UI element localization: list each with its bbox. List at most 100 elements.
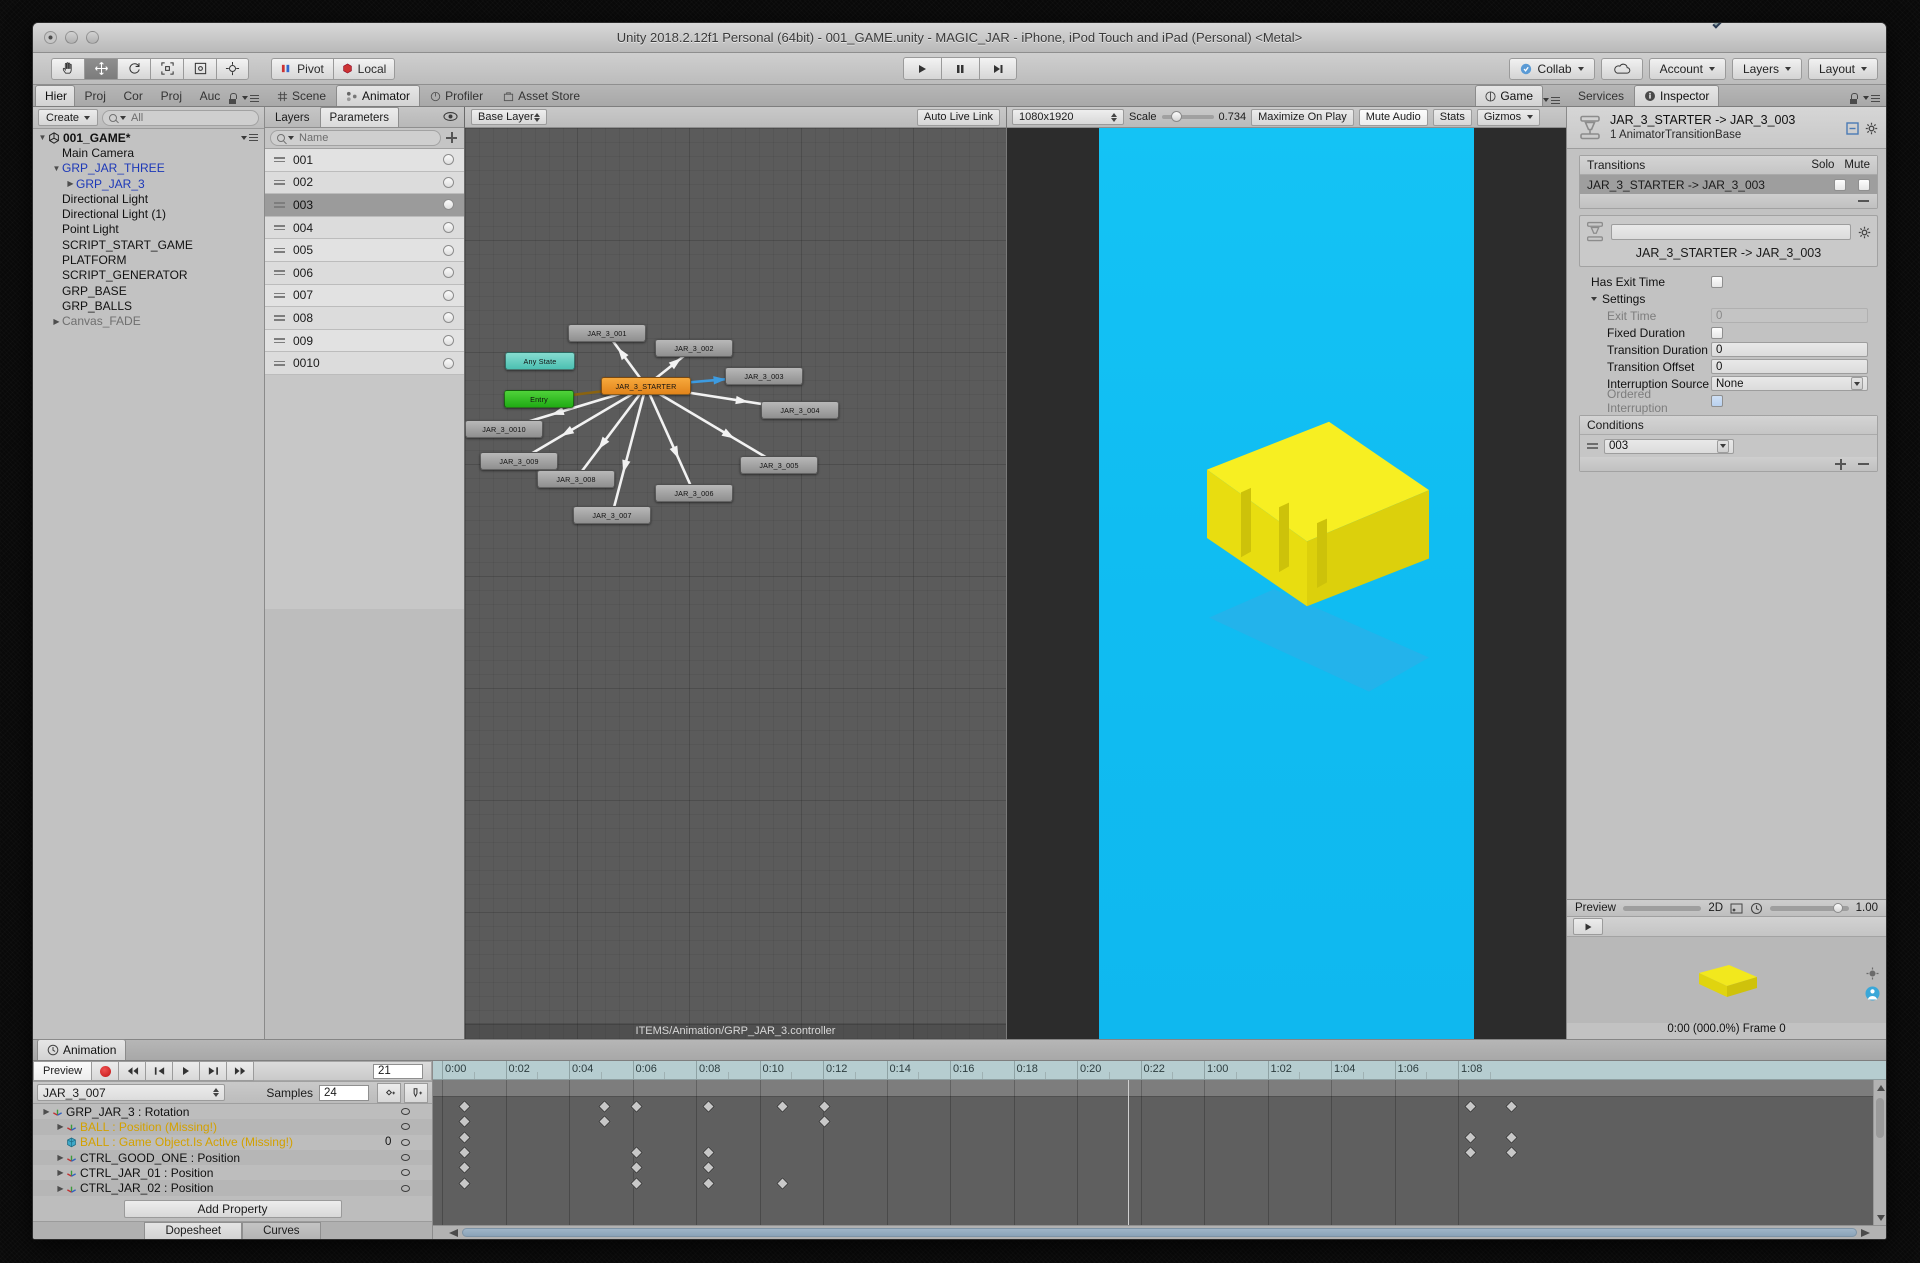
keyframe[interactable] <box>598 1115 611 1129</box>
keyframe[interactable] <box>1505 1100 1519 1113</box>
playback-controls[interactable] <box>902 57 1017 80</box>
parameter-trigger-toggle[interactable] <box>443 244 454 256</box>
hierarchy-item[interactable]: Directional Light <box>33 191 264 206</box>
hierarchy-item[interactable]: ▼ 001_GAME* <box>33 130 264 145</box>
chevron-right-icon[interactable]: ▶ <box>55 1153 66 1162</box>
chevron-right-icon[interactable]: ▶ <box>55 1168 66 1177</box>
parameter-row[interactable]: 009 <box>265 329 464 353</box>
keyframe[interactable] <box>702 1100 716 1113</box>
create-button[interactable]: Create <box>38 109 99 126</box>
chevron-right-icon[interactable]: ▶ <box>65 179 76 188</box>
drag-handle-icon[interactable] <box>274 292 285 298</box>
animator-state-node[interactable]: JAR_3_007 <box>573 506 651 524</box>
parameter-trigger-toggle[interactable] <box>443 222 454 234</box>
drag-handle-icon[interactable] <box>274 179 285 185</box>
clip-dropdown[interactable]: JAR_3_007 <box>37 1084 225 1101</box>
lock-icon[interactable] <box>1849 93 1858 104</box>
animator-state-node[interactable]: JAR_3_001 <box>568 324 646 342</box>
cloud-button[interactable] <box>1600 57 1643 80</box>
timeline-vertical-scrollbar[interactable] <box>1873 1080 1886 1225</box>
keyframe[interactable] <box>702 1146 716 1159</box>
keyframe[interactable] <box>818 1100 832 1113</box>
tab-project[interactable]: Proj <box>75 85 114 106</box>
account-button[interactable]: Account <box>1648 57 1726 80</box>
keyframe-indicator-icon[interactable] <box>401 1138 410 1146</box>
gear-icon[interactable] <box>1858 226 1871 239</box>
add-parameter-button[interactable] <box>445 131 459 145</box>
parameter-trigger-toggle[interactable] <box>443 289 454 301</box>
scale-tool-icon[interactable] <box>150 57 183 80</box>
keyframe[interactable] <box>1464 1100 1478 1113</box>
move-tool-icon[interactable] <box>84 57 117 80</box>
timeline-horizontal-scrollbar[interactable] <box>433 1225 1886 1239</box>
tab-hierarchy[interactable]: Hier <box>35 85 75 106</box>
hierarchy-item[interactable]: ▶ GRP_JAR_3 <box>33 176 264 191</box>
tab-scene[interactable]: Scene <box>267 85 336 106</box>
chevron-down-icon[interactable]: ▼ <box>51 164 62 173</box>
hierarchy-item[interactable]: Main Camera <box>33 145 264 160</box>
stats-button[interactable]: Stats <box>1432 108 1472 126</box>
tab-profiler[interactable]: Profiler <box>420 85 493 106</box>
hierarchy-item[interactable]: ▼ GRP_JAR_THREE <box>33 161 264 176</box>
parameter-trigger-toggle[interactable] <box>443 176 454 188</box>
hierarchy-item[interactable]: SCRIPT_GENERATOR <box>33 268 264 283</box>
chevron-right-icon[interactable]: ▶ <box>55 1184 66 1193</box>
keyframe[interactable] <box>1505 1146 1519 1159</box>
inspector-property-row[interactable]: Fixed Duration <box>1579 324 1878 341</box>
inspector-property-row[interactable]: Exit Time 0 <box>1579 307 1878 324</box>
preview-viewport[interactable] <box>1567 937 1886 1023</box>
tab-console[interactable]: Cor <box>114 85 151 106</box>
keyframe[interactable] <box>775 1176 789 1190</box>
hierarchy-search-input[interactable]: All <box>102 109 259 126</box>
layers-button[interactable]: Layers <box>1731 57 1802 80</box>
condition-parameter-dropdown[interactable]: 003 <box>1604 438 1734 454</box>
prev-frame-button[interactable] <box>146 1061 174 1081</box>
transition-name-input[interactable] <box>1611 224 1851 240</box>
preview-play-button[interactable] <box>1573 918 1603 935</box>
transform-tool-icon[interactable] <box>216 57 249 80</box>
scale-slider[interactable] <box>1161 111 1214 122</box>
animator-state-node[interactable]: JAR_3_004 <box>761 401 839 419</box>
resolution-dropdown[interactable]: 1080x1920 <box>1012 109 1124 125</box>
animator-state-node[interactable]: JAR_3_003 <box>725 367 803 385</box>
auto-live-link-button[interactable]: Auto Live Link <box>916 108 1000 126</box>
chevron-right-icon[interactable]: ▶ <box>55 1122 66 1131</box>
solo-checkbox[interactable] <box>1834 178 1846 191</box>
scroll-thumb[interactable] <box>1876 1098 1884 1138</box>
animation-property-row[interactable]: ▶ BALL : Position (Missing!) <box>33 1119 432 1135</box>
play-button[interactable] <box>173 1061 201 1081</box>
animation-property-list[interactable]: ▶ GRP_JAR_3 : Rotation ▶ BALL : Position (M… <box>33 1104 432 1197</box>
keyframe[interactable] <box>457 1161 471 1175</box>
preview-2d-toggle[interactable]: 2D <box>1708 902 1723 914</box>
scroll-up-button[interactable] <box>1874 1082 1886 1093</box>
property-input[interactable]: 0 <box>1711 359 1868 374</box>
tab-services[interactable]: Services <box>1568 85 1634 106</box>
scroll-thumb[interactable] <box>462 1228 1857 1237</box>
animation-property-row[interactable]: ▶ CTRL_JAR_01 : Position <box>33 1165 432 1181</box>
keyframe[interactable] <box>457 1130 471 1144</box>
transition-list-row[interactable]: JAR_3_STARTER -> JAR_3_003 <box>1580 175 1877 194</box>
transform-tools-group[interactable] <box>51 57 249 80</box>
avatar-icon[interactable] <box>1865 986 1880 1001</box>
preview-speed-slider[interactable] <box>1770 902 1849 913</box>
animation-property-row[interactable]: ▶ GRP_JAR_3 : Rotation <box>33 1104 432 1120</box>
keyframe[interactable] <box>702 1176 716 1190</box>
rect-tool-icon[interactable] <box>183 57 216 80</box>
add-event-button[interactable] <box>404 1082 428 1103</box>
eye-icon[interactable] <box>443 111 458 122</box>
light-icon[interactable] <box>1866 967 1879 980</box>
inspector-property-row[interactable]: Transition Duration 0 <box>1579 341 1878 358</box>
drag-handle-icon[interactable] <box>274 315 285 321</box>
zoom-button[interactable] <box>86 31 99 44</box>
remove-transition-button[interactable] <box>1858 200 1869 202</box>
tab-layers[interactable]: Layers <box>265 107 320 127</box>
parameter-row[interactable]: 002 <box>265 171 464 195</box>
gizmos-button[interactable]: Gizmos <box>1476 108 1541 126</box>
property-checkbox[interactable] <box>1711 326 1723 339</box>
timeline-ruler[interactable]: 0:00 0:02 0:04 0:06 0:08 0:10 0:12 0:14 0:16 0:18… <box>433 1061 1886 1080</box>
keyframe[interactable] <box>775 1100 789 1113</box>
playhead[interactable] <box>1127 1080 1129 1225</box>
has-exit-time-checkbox[interactable] <box>1711 275 1723 288</box>
panel-menu-icon[interactable] <box>1863 94 1880 103</box>
parameter-row[interactable]: 001 <box>265 149 464 172</box>
